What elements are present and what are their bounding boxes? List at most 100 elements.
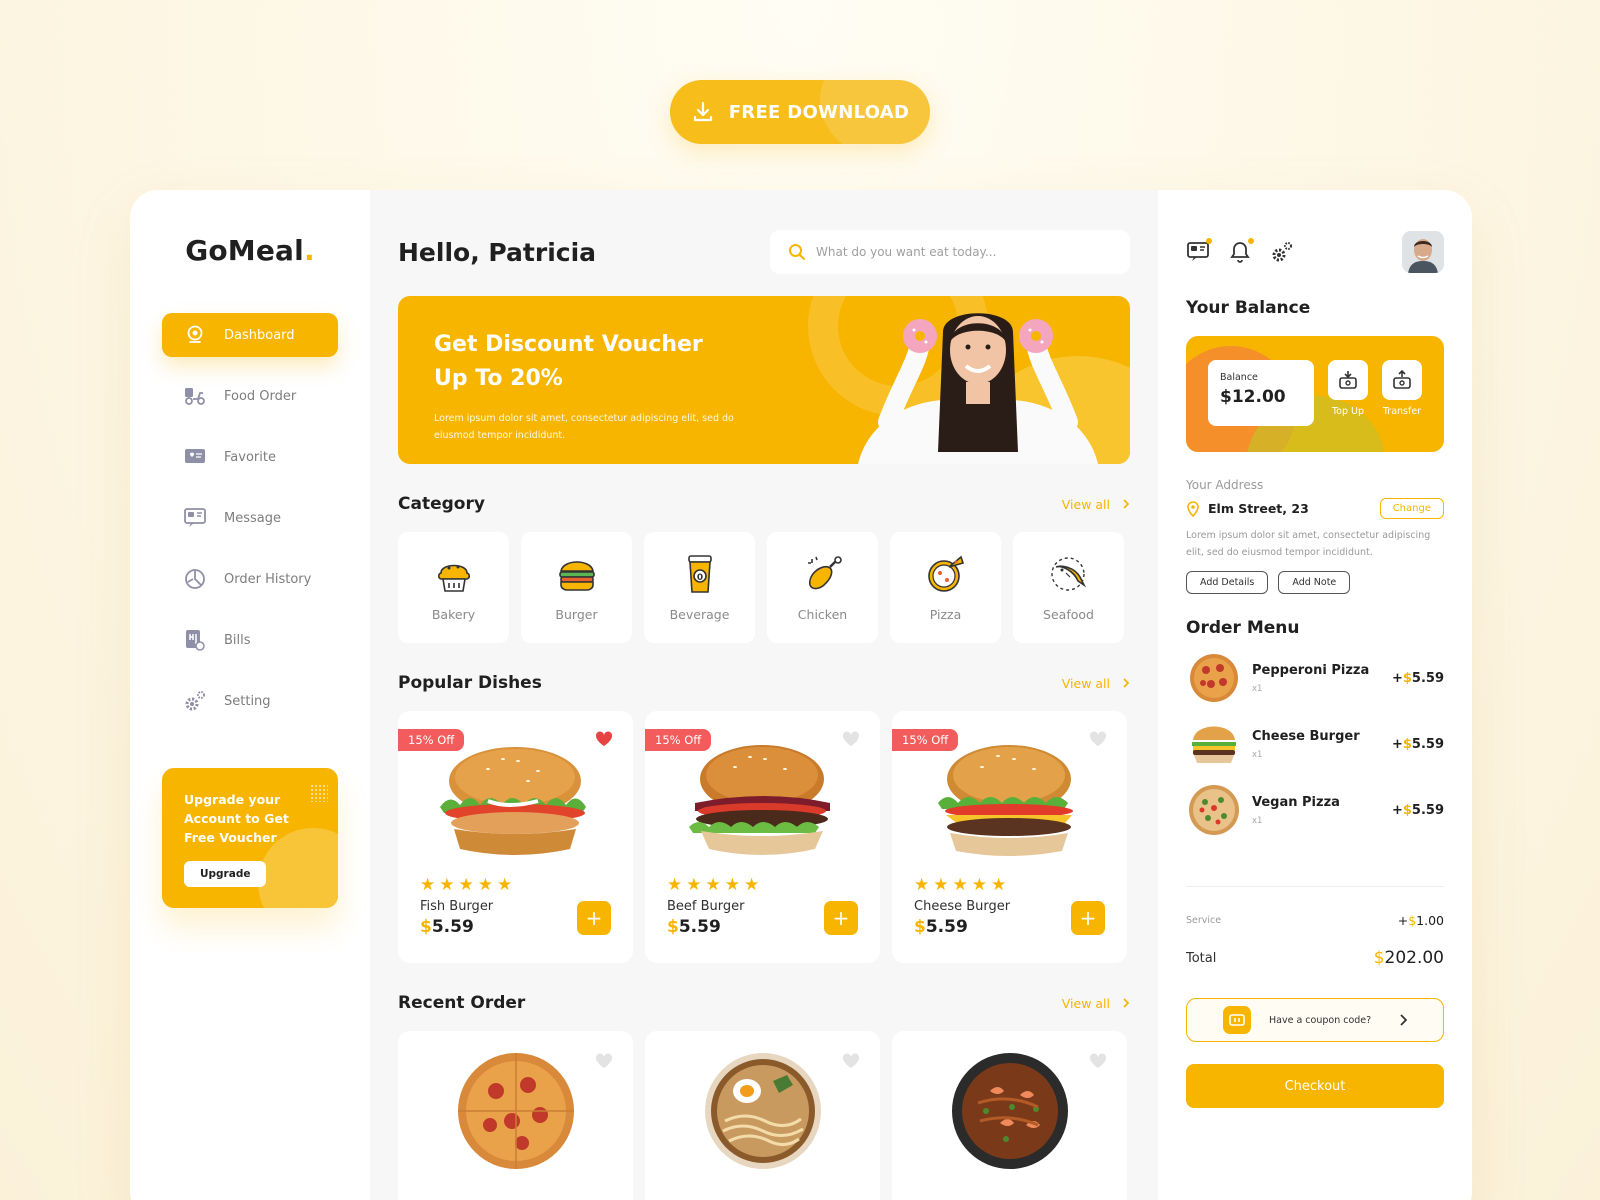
sidebar-item-favorite[interactable]: Favorite xyxy=(162,435,338,479)
category-label: Bakery xyxy=(431,607,476,622)
add-note-button[interactable]: Add Note xyxy=(1278,571,1351,594)
service-label: Service xyxy=(1186,915,1222,926)
star-icon: ★ xyxy=(971,875,987,895)
category-card-pizza[interactable]: Pizza xyxy=(890,532,1001,643)
address-label: Your Address xyxy=(1186,478,1264,492)
sidebar-item-label: Message xyxy=(224,510,281,526)
order-menu-title: Order Menu xyxy=(1186,618,1300,638)
coupon-button[interactable]: Have a coupon code? xyxy=(1186,998,1444,1042)
dish-card[interactable]: 15% Off ★ ★ ★ ★ ★ Cheese Burger $5.59 + xyxy=(892,711,1127,963)
price-sign: + xyxy=(1391,670,1403,686)
sidebar-item-message[interactable]: Message xyxy=(162,496,338,540)
sidebar-item-label: Bills xyxy=(224,632,251,648)
dish-card[interactable]: 15% Off ★ ★ ★ ★ ★ Beef Burger $5.59 + xyxy=(645,711,880,963)
recent-order-title: Recent Order xyxy=(398,993,526,1013)
category-card-burger[interactable]: Burger xyxy=(521,532,632,643)
beverage-icon: 0 xyxy=(687,555,712,593)
pepperoni-pizza-image xyxy=(1190,654,1238,702)
heart-filled-icon[interactable] xyxy=(595,731,613,747)
balance-box: Balance $12.00 xyxy=(1208,360,1314,426)
plus-icon: + xyxy=(1079,906,1097,930)
star-icon: ★ xyxy=(952,875,968,895)
add-to-cart-button[interactable]: + xyxy=(824,901,858,935)
discount-banner[interactable]: Get Discount Voucher Up To 20% Lorem ips… xyxy=(398,296,1130,464)
page-title: Hello, Patricia xyxy=(398,237,597,267)
order-item[interactable]: Vegan Pizza x1 +$5.59 xyxy=(1186,784,1444,836)
recent-view-all-link[interactable]: View all xyxy=(1062,996,1130,1011)
price-value: 5.59 xyxy=(1411,736,1444,752)
order-item-qty: x1 xyxy=(1252,815,1263,826)
notification-button[interactable] xyxy=(1228,238,1254,264)
user-avatar-image xyxy=(1402,231,1444,273)
rating-stars: ★ ★ ★ ★ ★ xyxy=(420,875,512,895)
currency-symbol: $ xyxy=(1402,802,1412,818)
brand-logo[interactable]: GoMeal. xyxy=(162,234,338,267)
star-icon: ★ xyxy=(705,875,721,895)
category-title: Category xyxy=(398,494,485,514)
message-button[interactable] xyxy=(1186,238,1212,264)
balance-label: Balance xyxy=(1220,372,1258,383)
category-label: Pizza xyxy=(929,607,962,622)
order-item-name: Vegan Pizza xyxy=(1252,794,1340,810)
recent-order-card[interactable] xyxy=(398,1031,633,1200)
popular-view-all-link[interactable]: View all xyxy=(1062,676,1130,691)
sidebar-item-order-history[interactable]: Order History xyxy=(162,557,338,601)
star-icon: ★ xyxy=(686,875,702,895)
heart-icon[interactable] xyxy=(595,1053,613,1069)
star-icon: ★ xyxy=(497,875,513,895)
category-card-bakery[interactable]: Bakery xyxy=(398,532,509,643)
sidebar-item-dashboard[interactable]: Dashboard xyxy=(162,313,338,357)
sidebar-item-setting[interactable]: Setting xyxy=(162,679,338,723)
order-item-price: +$5.59 xyxy=(1392,803,1444,818)
avatar[interactable] xyxy=(1402,231,1444,273)
order-item[interactable]: Pepperoni Pizza x1 +$5.59 xyxy=(1186,652,1444,704)
category-card-seafood[interactable]: Seafood xyxy=(1013,532,1124,643)
currency-symbol: $ xyxy=(914,917,926,937)
heart-icon[interactable] xyxy=(842,731,860,747)
currency-symbol: $ xyxy=(1373,948,1385,968)
upgrade-button[interactable]: Upgrade xyxy=(184,861,267,887)
add-to-cart-button[interactable]: + xyxy=(577,901,611,935)
price-value: 202.00 xyxy=(1384,948,1444,968)
category-card-chicken[interactable]: Chicken xyxy=(767,532,878,643)
recent-order-card[interactable] xyxy=(892,1031,1127,1200)
sidebar-item-label: Favorite xyxy=(224,449,276,465)
sidebar-item-bills[interactable]: Bills xyxy=(162,618,338,662)
settings-button[interactable] xyxy=(1270,240,1294,264)
sidebar: GoMeal. Dashboard Food Order Favorite Me… xyxy=(130,190,370,1200)
sidebar-item-food-order[interactable]: Food Order xyxy=(162,374,338,418)
balance-title: Your Balance xyxy=(1186,298,1311,318)
chevron-right-icon xyxy=(1400,1014,1407,1026)
add-details-button[interactable]: Add Details xyxy=(1186,571,1269,594)
dish-price: $5.59 xyxy=(420,917,474,937)
price-value: 5.59 xyxy=(678,917,721,937)
add-to-cart-button[interactable]: + xyxy=(1071,901,1105,935)
order-item[interactable]: Cheese Burger x1 +$5.59 xyxy=(1186,718,1444,770)
top-up-button[interactable]: Top Up xyxy=(1328,360,1368,428)
recent-order-card[interactable] xyxy=(645,1031,880,1200)
change-address-button[interactable]: Change xyxy=(1379,498,1444,519)
dish-price: $5.59 xyxy=(667,917,721,937)
category-label: Seafood xyxy=(1043,607,1094,622)
heart-icon[interactable] xyxy=(842,1053,860,1069)
total-row: Total $202.00 xyxy=(1186,948,1444,968)
star-icon: ★ xyxy=(420,875,436,895)
divider xyxy=(1186,886,1444,887)
price-value: 1.00 xyxy=(1416,913,1444,928)
category-card-beverage[interactable]: 0 Beverage xyxy=(644,532,755,643)
banner-text: Lorem ipsum dolor sit amet, consectetur … xyxy=(434,413,734,441)
food-order-icon xyxy=(184,385,206,407)
dish-card[interactable]: 15% Off ★ ★ ★ ★ ★ Fish Burger $5.59 + xyxy=(398,711,633,963)
heart-icon[interactable] xyxy=(1089,1053,1107,1069)
checkout-button[interactable]: Checkout xyxy=(1186,1064,1444,1108)
free-download-button[interactable]: FREE DOWNLOAD xyxy=(670,80,930,144)
search-bar[interactable] xyxy=(770,230,1130,274)
category-view-all-link[interactable]: View all xyxy=(1062,497,1130,512)
sidebar-item-label: Setting xyxy=(224,693,271,709)
heart-icon[interactable] xyxy=(1089,731,1107,747)
upgrade-card: Upgrade your Account to Get Free Voucher… xyxy=(162,768,338,908)
star-icon: ★ xyxy=(439,875,455,895)
total-label: Total xyxy=(1186,950,1217,966)
search-input[interactable] xyxy=(816,245,1096,259)
transfer-button[interactable]: Transfer xyxy=(1382,360,1422,428)
